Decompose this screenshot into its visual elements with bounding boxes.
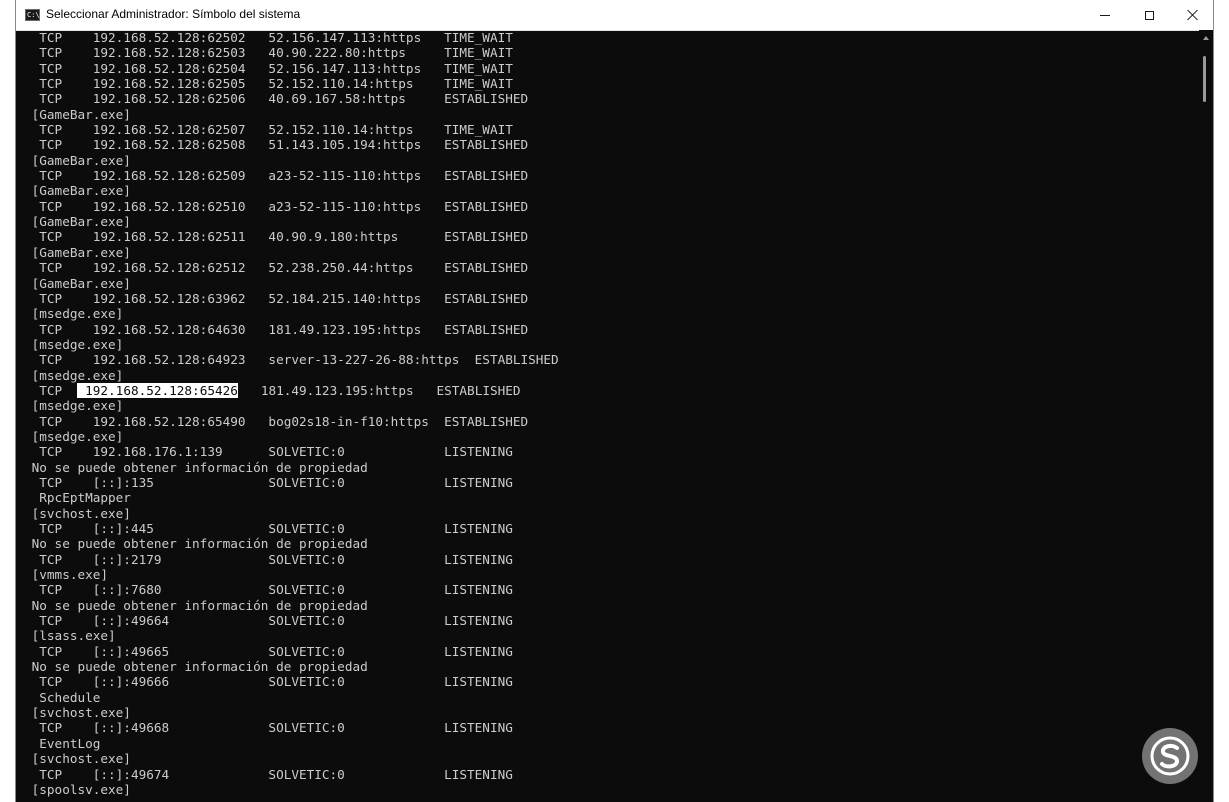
maximize-button[interactable] [1127,0,1171,30]
console-line: EventLog [24,735,101,751]
minimize-button[interactable] [1083,0,1127,30]
console-line: [svchost.exe] [24,751,131,767]
console-line: Schedule [24,689,101,705]
scroll-thumb[interactable] [1203,56,1206,102]
cmd-icon: C:\ [25,9,40,21]
window-title: Seleccionar Administrador: Símbolo del s… [46,7,301,21]
console-line: No se puede obtener información de propi… [24,659,368,675]
console-line: [GameBar.exe] [24,244,131,260]
selected-text[interactable]: 192.168.52.128:65426 [77,382,238,398]
console-line: TCP [::]:49666 SOLVETIC:0 LISTENING [24,674,513,690]
console-line: TCP 192.168.52.128:62503 40.90.222.80:ht… [24,45,513,61]
cmd-window: C:\ Seleccionar Administrador: Símbolo d… [15,0,1214,802]
solvetic-logo-watermark [1142,728,1198,784]
solvetic-logo-icon [1150,736,1190,776]
console-line: [svchost.exe] [24,505,131,521]
scroll-up-arrow-icon[interactable] [1203,36,1209,40]
console-line: TCP [::]:135 SOLVETIC:0 LISTENING [24,474,513,490]
console-line: TCP 192.168.52.128:64630 181.49.123.195:… [24,321,529,337]
console-line: [GameBar.exe] [24,214,131,230]
console-line: TCP 192.168.52.128:65426 181.49.123.195:… [24,382,1194,398]
close-icon [1187,9,1199,21]
console-line: No se puede obtener información de propi… [24,536,368,552]
console-output[interactable]: TCP 192.168.52.128:62502 52.156.147.113:… [24,30,1194,802]
console-line: [msedge.exe] [24,336,124,352]
console-line: [GameBar.exe] [24,106,131,122]
console-line: TCP 192.168.52.128:62504 52.156.147.113:… [24,60,513,76]
close-button[interactable] [1171,0,1215,30]
console-line: [GameBar.exe] [24,183,131,199]
title-bar[interactable]: C:\ Seleccionar Administrador: Símbolo d… [16,0,1213,31]
console-line: TCP 192.168.52.128:62508 51.143.105.194:… [24,137,529,153]
console-line: TCP 192.168.52.128:62507 52.152.110.14:h… [24,122,513,138]
console-line: [msedge.exe] [24,428,124,444]
console-line: TCP 192.168.52.128:62510 a23-52-115-110:… [24,198,529,214]
console-line: TCP [::]:2179 SOLVETIC:0 LISTENING [24,551,513,567]
console-line: TCP [::]:7680 SOLVETIC:0 LISTENING [24,582,513,598]
console-line: TCP 192.168.52.128:63962 52.184.215.140:… [24,290,529,306]
console-line: TCP 192.168.52.128:62509 a23-52-115-110:… [24,168,529,184]
console-line: TCP 192.168.176.1:139 SOLVETIC:0 LISTENI… [24,444,513,460]
console-line: [msedge.exe] [24,367,124,383]
console-line: TCP [::]:445 SOLVETIC:0 LISTENING [24,521,513,536]
console-line: No se puede obtener información de propi… [24,459,368,475]
minimize-icon [1100,14,1110,16]
console-line: RpcEptMapper [24,490,131,506]
console-line: [GameBar.exe] [24,152,131,168]
console-line: TCP [::]:49674 SOLVETIC:0 LISTENING [24,766,513,782]
console-line: TCP 192.168.52.128:62512 52.238.250.44:h… [24,260,529,276]
console-line: [GameBar.exe] [24,275,131,291]
maximize-icon [1144,10,1154,20]
console-line: [svchost.exe] [24,705,131,721]
console-line: TCP [::]:49665 SOLVETIC:0 LISTENING [24,643,513,659]
console-line: TCP 192.168.52.128:65490 bog02s18-in-f10… [24,413,529,429]
console-line-prefix: TCP [24,382,78,398]
console-line: TCP [::]:49664 SOLVETIC:0 LISTENING [24,613,513,629]
console-line: TCP 192.168.52.128:62502 52.156.147.113:… [24,30,513,45]
console-line: TCP 192.168.52.128:64923 server-13-227-2… [24,352,559,368]
console-line: [vmms.exe] [24,567,109,583]
console-line: [spoolsv.exe] [24,781,131,797]
console-line: [lsass.exe] [24,628,116,644]
console-line: [msedge.exe] [24,398,124,414]
console-line: TCP 192.168.52.128:62505 52.152.110.14:h… [24,76,513,92]
vertical-scrollbar[interactable] [1199,30,1213,802]
console-line: TCP [::]:49668 SOLVETIC:0 LISTENING [24,720,513,736]
console-line-suffix: 181.49.123.195:https ESTABLISHED [237,382,521,398]
console-line: TCP 192.168.52.128:62506 40.69.167.58:ht… [24,91,529,107]
console-line: No se puede obtener información de propi… [24,597,368,613]
console-line: TCP 192.168.52.128:62511 40.90.9.180:htt… [24,229,529,245]
console-line: [msedge.exe] [24,306,124,322]
